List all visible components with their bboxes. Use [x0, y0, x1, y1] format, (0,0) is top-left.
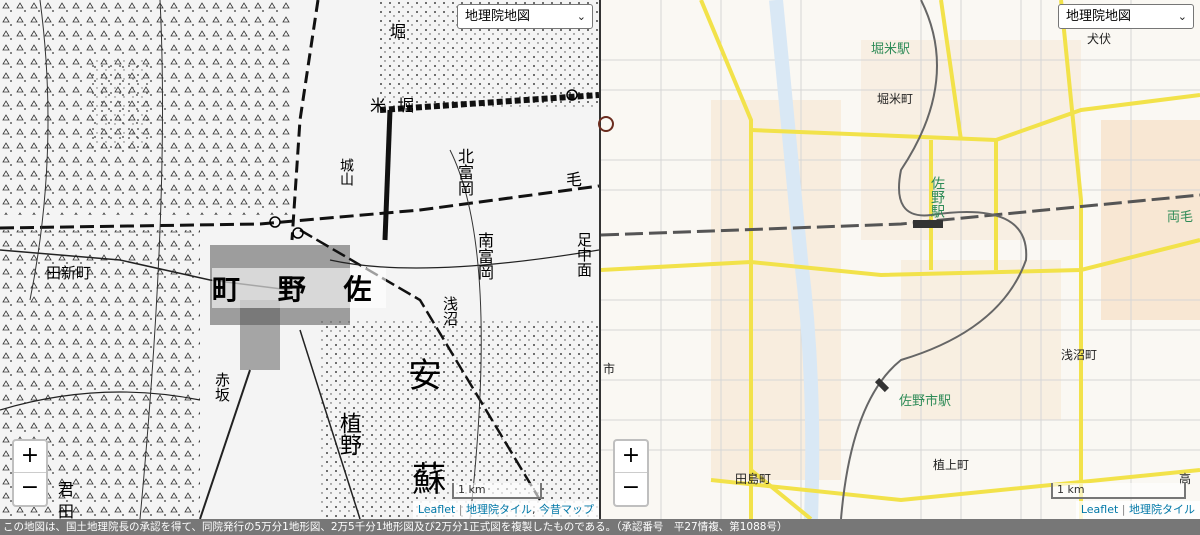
leaflet-link[interactable]: Leaflet [1081, 503, 1118, 516]
map-label-ge: 毛 [566, 170, 583, 189]
map-label-minami-tomioka: 南富岡 [475, 232, 494, 280]
map-label-toyoashi: 足中面 [575, 232, 593, 277]
sync-cursor-marker [598, 116, 614, 132]
map-label-tajima-cho: 田島町 [735, 472, 772, 486]
left-zoom-control: + − [12, 439, 48, 507]
attribution-separator: | [458, 503, 463, 516]
map-label-sano-eki: 佐野駅 [929, 176, 945, 218]
map-label-asanuma-cho: 浅沼町 [1061, 348, 1098, 362]
map-label-ta: 田 [58, 502, 75, 519]
map-label-akasaka: 赤坂 [213, 372, 231, 402]
right-zoom-in-button[interactable]: + [615, 441, 647, 473]
historical-map-pane[interactable]: 町 野 佐 安 蘇 北富岡 南富岡 米堀 田新町 赤坂 植野 田 君 堀 浅沼 … [0, 0, 599, 519]
gsi-tile-link[interactable]: 地理院タイル [1129, 503, 1195, 516]
right-zoom-out-button[interactable]: − [615, 473, 647, 505]
attribution-separator: | [1121, 503, 1126, 516]
map-label-hori: 堀 [390, 22, 407, 41]
left-zoom-in-button[interactable]: + [14, 441, 46, 473]
map-label-ueno: 植野 [336, 412, 361, 456]
left-zoom-out-button[interactable]: − [14, 473, 46, 505]
chevron-down-icon: ⌄ [1177, 10, 1187, 23]
konjaku-map-link[interactable]: 今昔マップ [539, 503, 594, 516]
map-label-asanuma: 浅沼 [441, 296, 459, 326]
modern-map-canvas[interactable] [601, 0, 1200, 519]
map-label-sanoshi-eki: 佐野市駅 [899, 394, 952, 409]
right-attribution: Leaflet | 地理院タイル [1075, 501, 1200, 519]
leaflet-link[interactable]: Leaflet [418, 503, 455, 516]
map-label-so: 蘇 [412, 460, 446, 500]
right-zoom-control: + − [613, 439, 649, 507]
attribution-comma: , [532, 503, 536, 516]
left-scale-bar: 1 km [452, 483, 542, 499]
copyright-footer: この地図は、国土地理院長の承認を得て、同院発行の5万分1地形図、2万5千分1地形… [0, 519, 1200, 535]
map-label-shiroyama: 城山 [338, 158, 354, 186]
map-label-tanaka: 田新町 [46, 264, 92, 282]
right-layer-select[interactable]: 地理院地図 ⌄ [1058, 4, 1194, 29]
right-layer-select-value: 地理院地図 [1066, 9, 1132, 24]
left-layer-select-value: 地理院地図 [465, 9, 531, 24]
map-label-horigome-eki: 堀米駅 [871, 42, 911, 57]
modern-map-pane[interactable]: 堀米駅 堀米町 佐野駅 佐野市駅 浅沼町 植上町 田島町 犬伏 両毛 市 高 地… [601, 0, 1200, 519]
map-label-yasu: 安 [408, 356, 442, 396]
map-label-yonehori: 米堀 [370, 96, 427, 115]
map-label-ryomo: 両毛 [1167, 210, 1194, 225]
map-label-kita-tomioka: 北富岡 [455, 148, 474, 196]
map-label-inubushi: 犬伏 [1087, 32, 1112, 46]
map-label-ueno-cho: 植上町 [933, 458, 970, 472]
map-label-ichi: 市 [603, 362, 616, 376]
map-label-sano-machi: 町 野 佐 [212, 268, 386, 308]
gsi-tile-link[interactable]: 地理院タイル [466, 503, 532, 516]
chevron-down-icon: ⌄ [576, 10, 586, 23]
right-scale-bar: 1 km [1051, 483, 1186, 499]
map-label-kimi: 君 [58, 480, 75, 499]
historical-map-canvas[interactable] [0, 0, 599, 519]
map-label-horigome-cho: 堀米町 [877, 92, 914, 106]
left-attribution: Leaflet | 地理院タイル, 今昔マップ [412, 501, 599, 519]
left-layer-select[interactable]: 地理院地図 ⌄ [457, 4, 593, 29]
